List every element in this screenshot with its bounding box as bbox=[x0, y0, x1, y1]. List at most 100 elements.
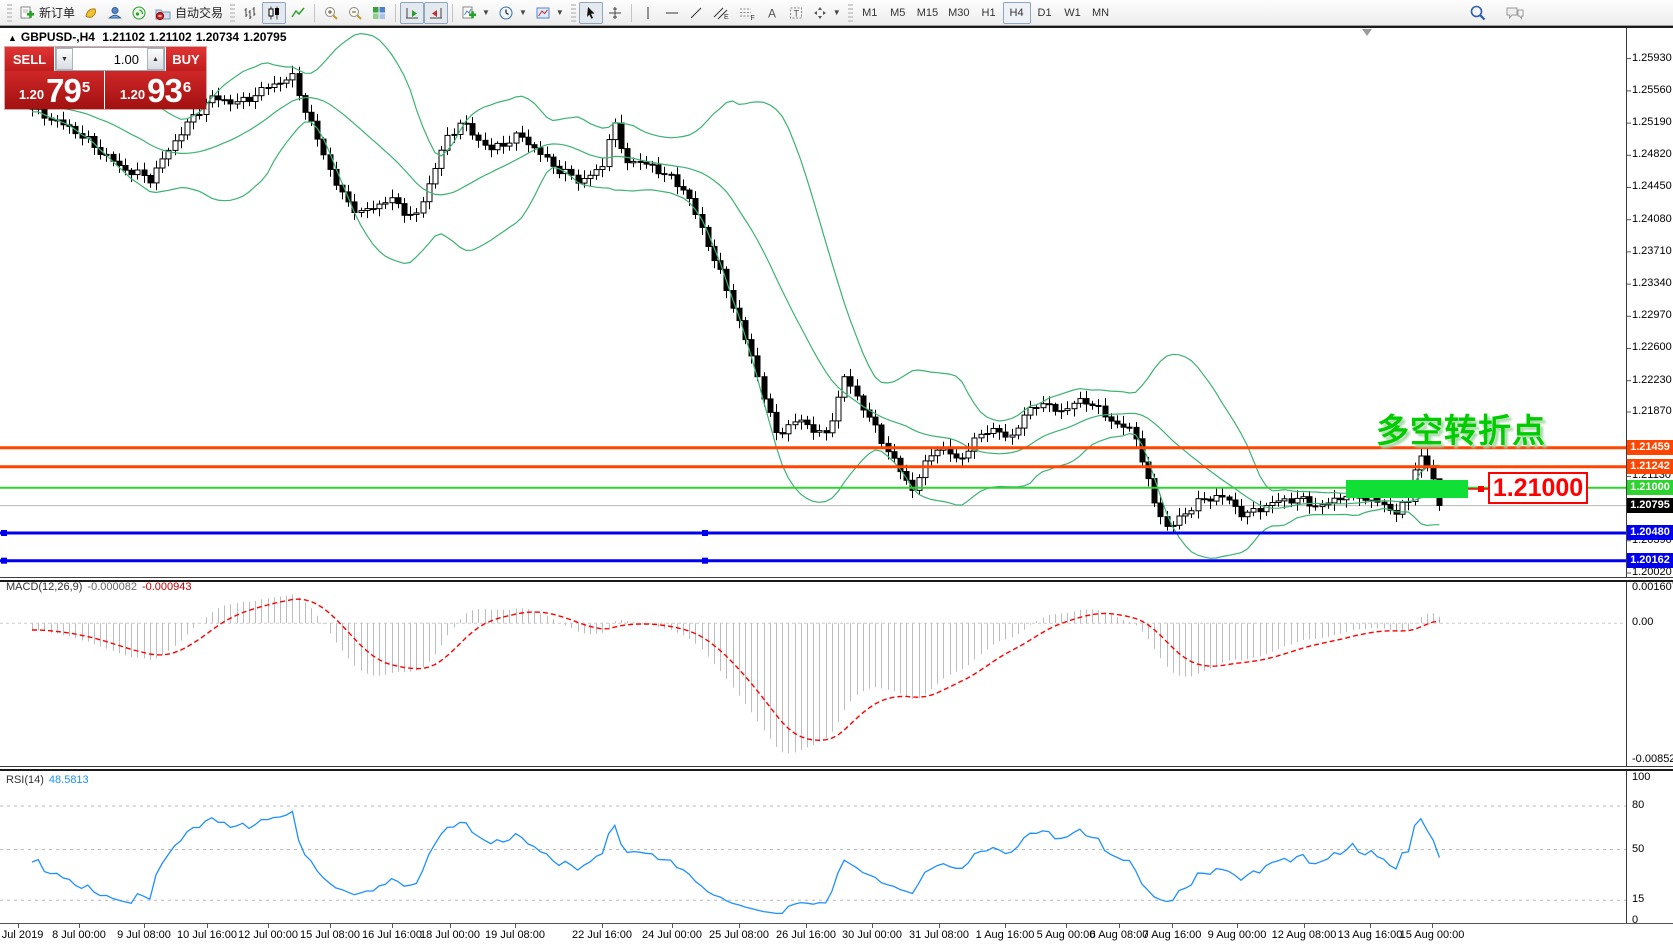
dropdown-caret-icon: ▼ bbox=[833, 8, 841, 17]
news-button[interactable] bbox=[127, 2, 151, 24]
sell-price[interactable]: 1.20 79 5 bbox=[5, 71, 105, 109]
horizontal-line-icon bbox=[664, 5, 680, 21]
community-button[interactable] bbox=[103, 2, 127, 24]
timeframe-group: M1M5M15M30H1H4D1W1MN bbox=[856, 2, 1115, 24]
volume-decrease-button[interactable]: ▼ bbox=[56, 48, 73, 70]
trendline-icon bbox=[688, 5, 704, 21]
svg-text:T: T bbox=[793, 8, 799, 18]
time-tick-label: 18 Jul 00:00 bbox=[420, 929, 480, 941]
candlestick-chart-button[interactable] bbox=[262, 2, 286, 24]
timeframe-h4[interactable]: H4 bbox=[1003, 2, 1031, 24]
community-icon bbox=[107, 5, 123, 21]
volume-input[interactable] bbox=[73, 48, 147, 70]
text-label-button[interactable]: T bbox=[784, 2, 808, 24]
sell-price-big: 79 bbox=[46, 76, 81, 106]
one-click-trading-panel: SELL ▼ ▲ BUY 1.20 79 5 1.20 93 6 bbox=[5, 47, 206, 109]
time-tick-label: 6 Aug 08:00 bbox=[1090, 929, 1149, 941]
vertical-line-button[interactable] bbox=[636, 2, 660, 24]
fibonacci-button[interactable]: F bbox=[734, 2, 760, 24]
time-tick-label: 9 Aug 00:00 bbox=[1208, 929, 1267, 941]
journal-button[interactable] bbox=[79, 2, 103, 24]
time-tick-mark bbox=[1370, 924, 1371, 928]
time-tick-label: 8 Jul 00:00 bbox=[52, 929, 106, 941]
time-tick-mark bbox=[450, 924, 451, 928]
trendline-button[interactable] bbox=[684, 2, 708, 24]
line-chart-button[interactable] bbox=[286, 2, 310, 24]
svg-text:F: F bbox=[750, 15, 754, 21]
window-frame bbox=[0, 26, 1673, 28]
toolbar-grip[interactable] bbox=[7, 4, 12, 22]
zoom-in-button[interactable] bbox=[319, 2, 343, 24]
toolbar-grip[interactable] bbox=[230, 4, 235, 22]
timeframe-mn[interactable]: MN bbox=[1087, 2, 1115, 24]
timeframe-m30[interactable]: M30 bbox=[943, 2, 974, 24]
dropdown-caret-icon: ▼ bbox=[519, 8, 527, 17]
new-order-icon bbox=[19, 5, 35, 21]
timeframe-h1[interactable]: H1 bbox=[975, 2, 1003, 24]
dropdown-caret-icon: ▼ bbox=[556, 8, 564, 17]
templates-button[interactable]: ▼ bbox=[531, 2, 568, 24]
time-tick-label: 30 Jul 00:00 bbox=[842, 929, 902, 941]
time-tick-label: 7 Aug 16:00 bbox=[1143, 929, 1202, 941]
new-order-button[interactable]: 新订单 bbox=[15, 2, 79, 24]
search-button[interactable] bbox=[1465, 2, 1491, 24]
volume-increase-button[interactable]: ▲ bbox=[147, 48, 164, 70]
time-tick-mark bbox=[268, 924, 269, 928]
horizontal-line-button[interactable] bbox=[660, 2, 684, 24]
time-tick-mark bbox=[1066, 924, 1067, 928]
time-tick-mark bbox=[330, 924, 331, 928]
bar-chart-button[interactable] bbox=[238, 2, 262, 24]
timeframe-m15[interactable]: M15 bbox=[912, 2, 943, 24]
zoom-out-button[interactable] bbox=[343, 2, 367, 24]
sell-button[interactable]: SELL bbox=[5, 47, 55, 71]
crosshair-button[interactable] bbox=[603, 2, 627, 24]
time-tick-mark bbox=[515, 924, 516, 928]
price-callout-box[interactable]: 1.21000 bbox=[1488, 472, 1588, 504]
timeframe-m1[interactable]: M1 bbox=[856, 2, 884, 24]
buy-price[interactable]: 1.20 93 6 bbox=[105, 71, 206, 109]
annotation-text[interactable]: 多空转折点 bbox=[1376, 404, 1548, 452]
text-label-icon: T bbox=[788, 5, 804, 21]
time-tick-mark bbox=[1304, 924, 1305, 928]
text-button[interactable]: A bbox=[760, 2, 784, 24]
timeframe-m5[interactable]: M5 bbox=[884, 2, 912, 24]
cursor-button[interactable] bbox=[579, 2, 603, 24]
add-indicator-button[interactable]: ▼ bbox=[457, 2, 494, 24]
periods-button[interactable]: ▼ bbox=[494, 2, 531, 24]
time-tick-mark bbox=[806, 924, 807, 928]
journal-icon bbox=[83, 5, 99, 21]
timeframe-w1[interactable]: W1 bbox=[1059, 2, 1087, 24]
time-tick-mark bbox=[79, 924, 80, 928]
time-tick-mark bbox=[872, 924, 873, 928]
time-tick-mark bbox=[672, 924, 673, 928]
channel-button[interactable]: E bbox=[708, 2, 734, 24]
auto-trading-button[interactable]: 自动交易 bbox=[151, 2, 227, 24]
buy-price-sup: 6 bbox=[183, 71, 191, 105]
add-indicator-icon bbox=[461, 5, 477, 21]
time-tick-mark bbox=[1237, 924, 1238, 928]
arrows-button[interactable]: ▼ bbox=[808, 2, 845, 24]
time-tick-label: 31 Jul 08:00 bbox=[909, 929, 969, 941]
tile-windows-button[interactable] bbox=[367, 2, 391, 24]
auto-scroll-button[interactable] bbox=[400, 2, 424, 24]
time-tick-label: 4 Jul 2019 bbox=[0, 929, 43, 941]
time-tick-label: 1 Aug 16:00 bbox=[976, 929, 1035, 941]
auto-trading-icon bbox=[155, 5, 171, 21]
timeframe-d1[interactable]: D1 bbox=[1031, 2, 1059, 24]
toolbar-grip[interactable] bbox=[571, 4, 576, 22]
channel-icon: E bbox=[712, 5, 730, 21]
time-tick-mark bbox=[602, 924, 603, 928]
time-tick-mark bbox=[1119, 924, 1120, 928]
time-tick-label: 12 Jul 00:00 bbox=[238, 929, 298, 941]
auto-trading-label: 自动交易 bbox=[175, 4, 223, 21]
chart-shift-button[interactable] bbox=[424, 2, 448, 24]
time-axis[interactable]: 4 Jul 2019 8 Jul 00:00 9 Jul 08:00 10 Jul 1… bbox=[0, 0, 1673, 950]
time-tick-label: 25 Jul 08:00 bbox=[709, 929, 769, 941]
buy-button[interactable]: BUY bbox=[165, 47, 206, 71]
chat-button[interactable] bbox=[1501, 2, 1529, 24]
time-tick-label: 10 Jul 16:00 bbox=[177, 929, 237, 941]
time-tick-label: 9 Jul 08:00 bbox=[117, 929, 171, 941]
time-tick-label: 5 Aug 00:00 bbox=[1037, 929, 1096, 941]
toolbar-grip[interactable] bbox=[848, 4, 853, 22]
dropdown-caret-icon: ▼ bbox=[482, 8, 490, 17]
